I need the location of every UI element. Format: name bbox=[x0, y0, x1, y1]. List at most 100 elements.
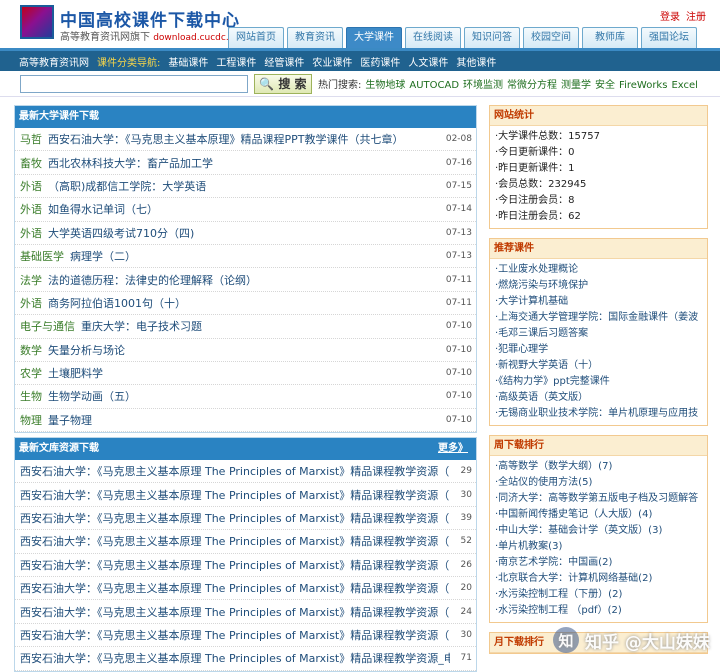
course-row[interactable]: 马哲 西安石油大学：《马克思主义基本原理》精品课程PPT教学课件（共七章） 02-0… bbox=[15, 128, 476, 152]
recommended-item[interactable]: ·《结构力学》ppt完整课件 bbox=[495, 374, 707, 390]
course-category[interactable]: 法学 bbox=[20, 272, 42, 288]
course-row[interactable]: 外语 如鱼得水记单词（七） 07-14 bbox=[15, 198, 476, 222]
weekly-rank-item[interactable]: ·全站仪的使用方法(5) bbox=[495, 475, 707, 491]
recommended-item[interactable]: ·毛邓三课后习题答案 bbox=[495, 326, 707, 342]
hot-keyword-link[interactable]: 生物地球 bbox=[365, 80, 405, 91]
subnav-item[interactable]: 工程课件 bbox=[216, 54, 256, 69]
recommended-item[interactable]: ·上海交通大学管理学院：国际金融课件（姜波 bbox=[495, 310, 707, 326]
doc-row[interactable]: 西安石油大学：《马克思主义基本原理 The Principles of Marx… bbox=[15, 507, 476, 531]
weekly-rank-item[interactable]: ·水污染控制工程（下册）(2) bbox=[495, 587, 707, 603]
doc-row[interactable]: 西安石油大学：《马克思主义基本原理 The Principles of Marx… bbox=[15, 460, 476, 484]
nav-tab[interactable]: 网站首页 bbox=[228, 27, 284, 48]
nav-tab[interactable]: 在线阅读 bbox=[405, 27, 461, 48]
hot-keyword-link[interactable]: Excel bbox=[671, 80, 698, 91]
recommended-item[interactable]: ·犯罪心理学 bbox=[495, 342, 707, 358]
nav-tab[interactable]: 知识问答 bbox=[464, 27, 520, 48]
course-title[interactable]: 矢量分析与场论 bbox=[48, 342, 442, 358]
course-row[interactable]: 外语 （高职)成都信工学院：大学英语 07-15 bbox=[15, 175, 476, 199]
course-title[interactable]: 西安石油大学：《马克思主义基本原理》精品课程PPT教学课件（共七章） bbox=[48, 131, 442, 147]
course-category[interactable]: 外语 bbox=[20, 295, 42, 311]
weekly-rank-item[interactable]: ·单片机教案(3) bbox=[495, 539, 707, 555]
course-row[interactable]: 法学 法的道德历程：法律史的伦理解释（论纲） 07-11 bbox=[15, 268, 476, 292]
course-category[interactable]: 畜牧 bbox=[20, 155, 42, 171]
doc-title[interactable]: 西安石油大学：《马克思主义基本原理 The Principles of Marx… bbox=[20, 533, 450, 549]
course-row[interactable]: 数学 矢量分析与场论 07-10 bbox=[15, 339, 476, 362]
site-logo[interactable] bbox=[20, 5, 54, 39]
search-input[interactable] bbox=[20, 74, 248, 93]
course-title[interactable]: 土壤肥料学 bbox=[48, 365, 442, 381]
weekly-rank-item[interactable]: ·中国新闻传播史笔记（人大版）(4) bbox=[495, 507, 707, 523]
course-title[interactable]: 大学英语四级考试710分（四) bbox=[48, 225, 442, 241]
weekly-rank-item[interactable]: ·高等数学（数学大纲）(7) bbox=[495, 459, 707, 475]
subnav-item[interactable]: 其他课件 bbox=[456, 54, 496, 69]
subnav-item[interactable]: 高等教育资讯网 bbox=[19, 54, 89, 69]
doc-row[interactable]: 西安石油大学：《马克思主义基本原理 The Principles of Marx… bbox=[15, 647, 476, 671]
nav-tab[interactable]: 强国论坛 bbox=[641, 27, 697, 48]
course-category[interactable]: 外语 bbox=[20, 178, 42, 194]
course-row[interactable]: 外语 大学英语四级考试710分（四) 07-13 bbox=[15, 222, 476, 245]
doc-row[interactable]: 西安石油大学：《马克思主义基本原理 The Principles of Marx… bbox=[15, 600, 476, 624]
doc-title[interactable]: 西安石油大学：《马克思主义基本原理 The Principles of Marx… bbox=[20, 487, 450, 503]
weekly-rank-item[interactable]: ·中山大学：基础会计学（英文版）(3) bbox=[495, 523, 707, 539]
course-row[interactable]: 外语 商务阿拉伯语1001句（十） 07-11 bbox=[15, 292, 476, 316]
subnav-item[interactable]: 人文课件 bbox=[408, 54, 448, 69]
nav-tab[interactable]: 大学课件 bbox=[346, 27, 402, 48]
hot-keyword-link[interactable]: 环境监测 bbox=[463, 80, 503, 91]
course-title[interactable]: 重庆大学：电子技术习题 bbox=[81, 318, 442, 334]
hot-keyword-link[interactable]: 安全 bbox=[595, 80, 615, 91]
course-category[interactable]: 电子与通信 bbox=[20, 318, 75, 334]
doc-title[interactable]: 西安石油大学：《马克思主义基本原理 The Principles of Marx… bbox=[20, 650, 450, 666]
subnav-item[interactable]: 医药课件 bbox=[360, 54, 400, 69]
hot-keyword-link[interactable]: AUTOCAD bbox=[409, 80, 459, 91]
register-link[interactable]: 注册 bbox=[686, 12, 706, 23]
course-title[interactable]: 法的道德历程：法律史的伦理解释（论纲） bbox=[48, 272, 442, 288]
nav-tab[interactable]: 教师库 bbox=[582, 27, 638, 48]
doc-row[interactable]: 西安石油大学：《马克思主义基本原理 The Principles of Marx… bbox=[15, 577, 476, 601]
course-row[interactable]: 电子与通信 重庆大学：电子技术习题 07-10 bbox=[15, 315, 476, 339]
recommended-item[interactable]: ·燃烧污染与环境保护 bbox=[495, 278, 707, 294]
weekly-rank-item[interactable]: ·北京联合大学：计算机网络基础(2) bbox=[495, 571, 707, 587]
course-title[interactable]: 生物学动画（五） bbox=[48, 388, 442, 404]
doc-row[interactable]: 西安石油大学：《马克思主义基本原理 The Principles of Marx… bbox=[15, 554, 476, 578]
subnav-item[interactable]: 农业课件 bbox=[312, 54, 352, 69]
doc-title[interactable]: 西安石油大学：《马克思主义基本原理 The Principles of Marx… bbox=[20, 557, 450, 573]
doc-title[interactable]: 西安石油大学：《马克思主义基本原理 The Principles of Marx… bbox=[20, 604, 450, 620]
course-row[interactable]: 畜牧 西北农林科技大学：畜产品加工学 07-16 bbox=[15, 151, 476, 175]
course-title[interactable]: （高职)成都信工学院：大学英语 bbox=[48, 178, 442, 194]
subnav-item[interactable]: 经管课件 bbox=[264, 54, 304, 69]
search-button[interactable]: 🔍 搜 索 bbox=[254, 73, 312, 94]
course-title[interactable]: 商务阿拉伯语1001句（十） bbox=[48, 295, 442, 311]
weekly-rank-item[interactable]: ·水污染控制工程 （pdf）(2) bbox=[495, 603, 707, 619]
doc-row[interactable]: 西安石油大学：《马克思主义基本原理 The Principles of Marx… bbox=[15, 530, 476, 554]
course-title[interactable]: 如鱼得水记单词（七） bbox=[48, 201, 442, 217]
course-title[interactable]: 量子物理 bbox=[48, 412, 442, 428]
doc-row[interactable]: 西安石油大学：《马克思主义基本原理 The Principles of Marx… bbox=[15, 483, 476, 507]
hot-keyword-link[interactable]: FireWorks bbox=[619, 80, 667, 91]
doc-title[interactable]: 西安石油大学：《马克思主义基本原理 The Principles of Marx… bbox=[20, 510, 450, 526]
course-category[interactable]: 数学 bbox=[20, 342, 42, 358]
course-title[interactable]: 西北农林科技大学：畜产品加工学 bbox=[48, 155, 442, 171]
course-category[interactable]: 农学 bbox=[20, 365, 42, 381]
recommended-item[interactable]: ·大学计算机基础 bbox=[495, 294, 707, 310]
course-category[interactable]: 基础医学 bbox=[20, 248, 64, 264]
course-category[interactable]: 物理 bbox=[20, 412, 42, 428]
recommended-item[interactable]: ·工业废水处理概论 bbox=[495, 262, 707, 278]
subnav-item[interactable]: 基础课件 bbox=[168, 54, 208, 69]
course-category[interactable]: 生物 bbox=[20, 388, 42, 404]
hot-keyword-link[interactable]: 测量学 bbox=[561, 80, 591, 91]
login-link[interactable]: 登录 bbox=[660, 12, 680, 23]
nav-tab[interactable]: 教育资讯 bbox=[287, 27, 343, 48]
course-row[interactable]: 农学 土壤肥料学 07-10 bbox=[15, 362, 476, 386]
hot-keyword-link[interactable]: 常微分方程 bbox=[507, 80, 557, 91]
weekly-rank-item[interactable]: ·南京艺术学院：中国画(2) bbox=[495, 555, 707, 571]
recommended-item[interactable]: ·新视野大学英语（十） bbox=[495, 358, 707, 374]
doc-title[interactable]: 西安石油大学：《马克思主义基本原理 The Principles of Marx… bbox=[20, 627, 450, 643]
course-row[interactable]: 物理 量子物理 07-10 bbox=[15, 409, 476, 433]
latest-docs-more-link[interactable]: 更多》 bbox=[438, 438, 468, 460]
course-category[interactable]: 外语 bbox=[20, 225, 42, 241]
weekly-rank-item[interactable]: ·同济大学：高等数学第五版电子档及习题解答 bbox=[495, 491, 707, 507]
doc-title[interactable]: 西安石油大学：《马克思主义基本原理 The Principles of Marx… bbox=[20, 463, 450, 479]
nav-tab[interactable]: 校园空间 bbox=[523, 27, 579, 48]
course-category[interactable]: 马哲 bbox=[20, 131, 42, 147]
course-row[interactable]: 生物 生物学动画（五） 07-10 bbox=[15, 385, 476, 409]
